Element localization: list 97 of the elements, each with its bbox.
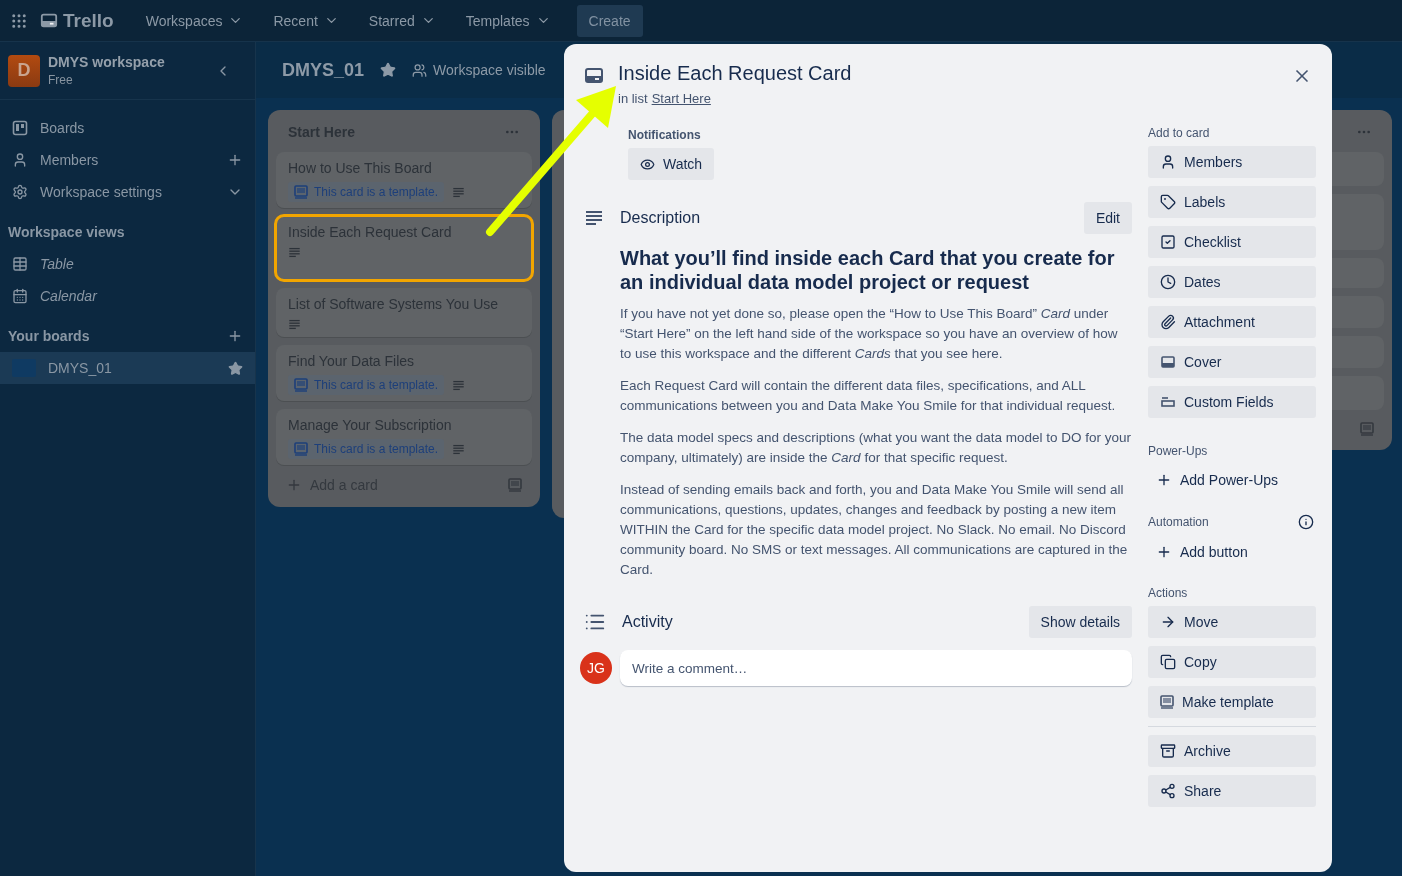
workspace-plan: Free (48, 73, 74, 87)
list-link[interactable]: Start Here (651, 91, 711, 106)
watch-button[interactable]: Watch (628, 148, 715, 180)
description-icon (452, 378, 466, 392)
eye-icon (640, 156, 655, 172)
create-button[interactable]: Create (576, 4, 643, 37)
user-avatar: JG (580, 652, 612, 684)
sidebar-item[interactable]: Table (0, 248, 255, 280)
add-power-ups-button[interactable]: Add Power-Ups (1148, 464, 1316, 496)
add-to-card-button[interactable]: Attachment (1148, 306, 1316, 338)
nav-menu-button[interactable]: Workspaces (133, 6, 256, 35)
template-badge: This card is a template. (288, 375, 445, 395)
description-icon (452, 442, 466, 456)
description-heading: What you’ll find inside each Card that you create for an individual data model project or request (620, 246, 1116, 294)
info-icon (1298, 514, 1314, 530)
workspace-avatar: D (8, 54, 40, 87)
action-button[interactable]: Make template (1148, 686, 1316, 718)
action-button[interactable]: Share (1148, 775, 1316, 807)
calendar-icon (12, 288, 28, 304)
add-to-card-button[interactable]: Members (1148, 146, 1316, 178)
template-badge: This card is a template. (288, 439, 445, 459)
template-icon (508, 478, 522, 492)
add-automation-button[interactable]: Add button (1148, 536, 1316, 568)
template-icon (1160, 695, 1174, 709)
share-icon (1160, 783, 1176, 799)
description-icon (288, 246, 301, 259)
person-icon (12, 152, 28, 168)
template-icon (294, 442, 308, 456)
archive-icon (1160, 743, 1176, 759)
plus-icon (227, 328, 243, 344)
paperclip-icon (1160, 314, 1176, 330)
nav-menu-button[interactable]: Starred (356, 6, 448, 35)
add-to-card-button[interactable]: Cover (1148, 346, 1316, 378)
plus-icon (227, 152, 243, 168)
description-paragraph: The data model specs and descriptions (what you want the data model to DO for your company, ultimately) are inside the Card for that specific request. (620, 430, 1132, 465)
star-icon[interactable] (228, 360, 243, 376)
description-paragraph: Each Request Card will contain the different data files, specifications, and ALL communications between you and Data Make You Smile for that individual request. (620, 378, 1116, 413)
checklist-icon (1160, 234, 1176, 250)
template-icon (294, 185, 308, 199)
sidebar-item[interactable]: Members (0, 144, 255, 176)
description-paragraph: If you have not yet done so, please open the “How to Use This Board” Card under “Start Here” on the left hand side of the workspace so you have an overview of how to use this workspace and the different Cards that you see here. (620, 306, 1118, 361)
section-label: Automation (1148, 515, 1209, 529)
description-icon (452, 185, 466, 199)
settings-icon (12, 184, 28, 200)
add-to-card-button[interactable]: Dates (1148, 266, 1316, 298)
tag-icon (1160, 194, 1176, 210)
table-icon (12, 256, 28, 272)
comment-field[interactable]: Write a comment… (620, 650, 1132, 686)
card-dialog-title: Inside Each Request Card (618, 62, 852, 85)
plus-icon (286, 477, 302, 493)
add-to-card-button[interactable]: Custom Fields (1148, 386, 1316, 418)
boards-icon (12, 120, 28, 136)
star-icon[interactable] (380, 62, 397, 78)
apps-grid-icon (10, 11, 28, 30)
plus-icon (1156, 544, 1172, 560)
people-icon (412, 62, 428, 78)
template-icon (1360, 422, 1374, 436)
visibility-label[interactable]: Workspace visible (433, 62, 546, 78)
action-button[interactable]: Move (1148, 606, 1316, 638)
sidebar-item[interactable]: Calendar (0, 280, 255, 312)
arrow-right-icon (1160, 614, 1176, 630)
section-label: Actions (1148, 586, 1189, 600)
description-icon (288, 318, 301, 331)
card-icon (584, 66, 604, 86)
action-button[interactable]: Archive (1148, 735, 1316, 767)
notifications-label: Notifications (628, 128, 702, 142)
workspace-name: DMYS workspace (48, 54, 166, 70)
board-title: DMYS_01 (282, 59, 365, 81)
fields-icon (1160, 394, 1176, 410)
edit-button[interactable]: Edit (1083, 202, 1132, 234)
template-badge: This card is a template. (288, 182, 445, 202)
sidebar-board-item[interactable]: DMYS_01 (0, 352, 255, 384)
nav-menu-button[interactable]: Templates (453, 6, 563, 35)
section-title: Description (620, 209, 702, 227)
list-prefix: in list (618, 91, 648, 106)
section-title: Workspace views (8, 224, 125, 240)
add-to-card-button[interactable]: Labels (1148, 186, 1316, 218)
section-title: Your boards (8, 328, 90, 344)
sidebar-item[interactable]: Workspace settings (0, 176, 255, 208)
action-button[interactable]: Copy (1148, 646, 1316, 678)
app-logo-text: Trello (63, 9, 114, 32)
section-title: Activity (622, 613, 674, 631)
nav-menu-button[interactable]: Recent (261, 6, 351, 35)
section-label: Power-Ups (1148, 444, 1209, 458)
cover-icon (1160, 354, 1176, 370)
trello-logo-icon (40, 11, 58, 30)
person-icon (1160, 154, 1176, 170)
description-icon (584, 208, 604, 228)
clock-icon (1160, 274, 1176, 290)
section-label: Add to card (1148, 126, 1211, 140)
show-details-button[interactable]: Show details (1028, 606, 1132, 638)
template-icon (294, 378, 308, 392)
plus-icon (1156, 472, 1172, 488)
sidebar-item[interactable]: Boards (0, 112, 255, 144)
copy-icon (1160, 654, 1176, 670)
add-to-card-button[interactable]: Checklist (1148, 226, 1316, 258)
description-paragraph: Instead of sending emails back and forth, you and Data Make You Smile will send all communications, questions, updates, changes and feedback by posting a new item WITHIN the Card for the specific data model project. No Slack. No email. No Discord community board. No SMS or text messages. All communications are captured in the Card. (620, 482, 1128, 577)
